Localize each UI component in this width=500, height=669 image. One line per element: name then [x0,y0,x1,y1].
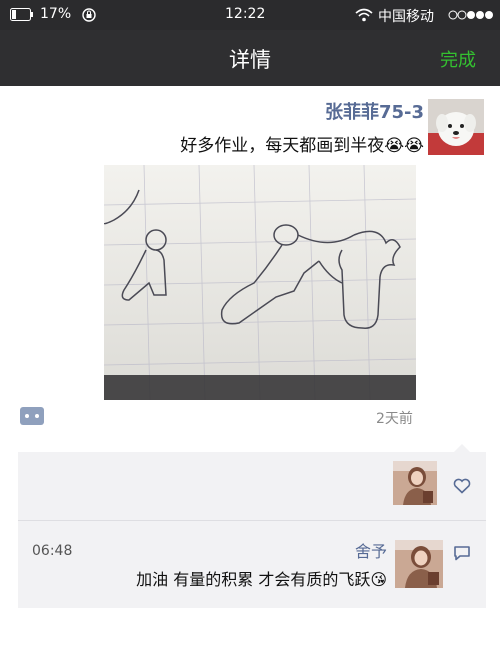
person-photo [393,461,437,505]
status-bar: 17% 12:22 中国移动 [0,0,500,30]
heart-icon [453,478,471,494]
comment-time: 06:48 [32,543,73,559]
commenter-avatar[interactable] [395,540,443,588]
post-text: 好多作业，每天都画到半夜😭😭 [180,136,424,156]
nav-bar: 详情 完成 [0,30,500,86]
author-avatar[interactable] [428,99,484,155]
post-time: 2天前 [376,411,413,427]
sketch-image [104,165,416,400]
battery-icon [10,8,33,21]
rotation-lock-icon [82,8,96,22]
more-dots-icon [35,414,39,418]
battery-percent: 17% [40,6,72,22]
more-dots-icon [25,414,29,418]
signal-icon [448,10,493,20]
liker-avatar[interactable] [393,461,437,505]
more-options-button[interactable] [20,407,44,425]
carrier-name: 中国移动 [378,9,434,25]
wifi-icon [355,8,373,22]
post-photo[interactable] [104,165,416,400]
comment-author-name[interactable]: 舍予 [355,538,387,562]
feedback-divider [18,520,486,521]
done-button[interactable]: 完成 [440,46,476,72]
person-photo [395,540,443,588]
comment-text[interactable]: 加油 有量的积累 才会有质的飞跃😘 [136,566,387,590]
post-author-name[interactable]: 张菲菲75-3 [325,98,424,124]
status-time: 12:22 [225,6,266,22]
dog-avatar-image [428,99,484,155]
feedback-caret [454,444,470,452]
page-title: 详情 [229,48,271,72]
comment-icon [454,546,470,561]
